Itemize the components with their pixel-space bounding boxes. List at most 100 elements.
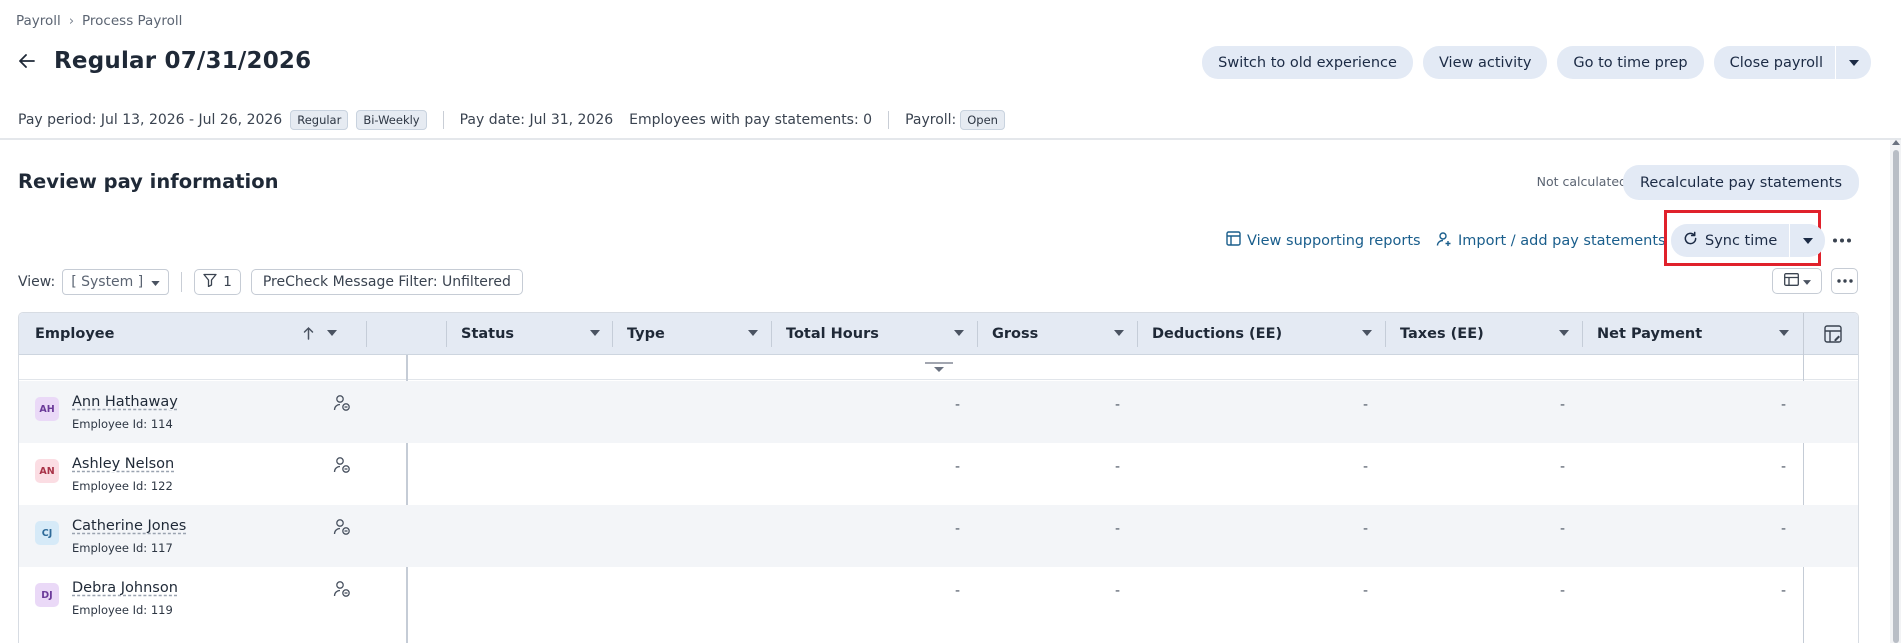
person-link-icon[interactable] (333, 518, 351, 536)
page-title: Regular 07/31/2026 (54, 48, 312, 74)
employee-id: Employee Id: 114 (72, 417, 173, 431)
view-select[interactable]: [ System ] (62, 269, 170, 295)
column-menu-icon[interactable] (1559, 330, 1569, 336)
cell-hours: - (955, 521, 961, 537)
cell-gross: - (1115, 583, 1121, 599)
table-row[interactable]: DJ Debra Johnson Employee Id: 119 - - - - - (19, 567, 1858, 629)
column-settings-icon[interactable] (1824, 325, 1842, 347)
breadcrumb-payroll-link[interactable]: Payroll (16, 13, 61, 29)
divider (181, 272, 183, 292)
table-header: Employee Status Type Total Hours Gross D… (19, 313, 1858, 355)
column-label: Net Payment (1597, 326, 1703, 342)
column-header-deductions[interactable]: Deductions (EE) (1138, 313, 1386, 355)
chevron-right-icon: › (68, 13, 75, 29)
table-row[interactable]: AH Ann Hathaway Employee Id: 114 - - - - - (19, 381, 1858, 443)
column-menu-icon[interactable] (327, 330, 337, 336)
payroll-status-badge: Open (960, 110, 1005, 130)
grid-more-options-icon[interactable] (1831, 268, 1858, 294)
column-menu-icon[interactable] (1114, 330, 1124, 336)
sync-time-split-button: Sync time (1671, 224, 1826, 257)
column-filter-row (19, 355, 1858, 380)
column-header-gross[interactable]: Gross (978, 313, 1138, 355)
breadcrumb: Payroll › Process Payroll (16, 13, 182, 29)
column-label: Gross (992, 326, 1039, 342)
back-arrow-icon[interactable] (18, 52, 36, 70)
column-header-taxes[interactable]: Taxes (EE) (1386, 313, 1583, 355)
divider (888, 111, 890, 129)
cell-gross: - (1115, 459, 1121, 475)
avatar: DJ (35, 583, 59, 607)
column-header-type[interactable]: Type (613, 313, 772, 355)
column-menu-icon[interactable] (590, 330, 600, 336)
employees-statements-text: Employees with pay statements: 0 (629, 112, 873, 128)
cell-hours: - (955, 459, 961, 475)
page-scrollbar-thumb[interactable] (1893, 150, 1899, 643)
view-supporting-reports-link[interactable]: View supporting reports (1226, 231, 1421, 250)
section-title: Review pay information (18, 170, 279, 193)
column-header-net-payment[interactable]: Net Payment (1583, 313, 1803, 355)
report-table-icon (1226, 231, 1241, 250)
cell-deductions: - (1363, 459, 1369, 475)
avatar: AH (35, 397, 59, 421)
sync-time-button[interactable]: Sync time (1671, 224, 1789, 257)
go-to-time-prep-button[interactable]: Go to time prep (1557, 46, 1704, 79)
filter-count: 1 (223, 274, 232, 290)
pay-date-text: Pay date: Jul 31, 2026 (459, 112, 614, 128)
recalculate-pay-statements-button[interactable]: Recalculate pay statements (1622, 165, 1859, 200)
cell-net: - (1781, 521, 1787, 537)
view-label: View: (18, 274, 56, 290)
view-supporting-reports-label: View supporting reports (1247, 232, 1421, 249)
import-add-pay-statements-label: Import / add pay statements (1458, 233, 1666, 249)
sort-ascending-icon[interactable] (303, 326, 314, 344)
calc-status-text: Not calculated (1536, 174, 1627, 189)
person-link-icon[interactable] (333, 394, 351, 412)
filter-button[interactable]: 1 (194, 269, 241, 295)
grid-layout-button[interactable] (1772, 268, 1822, 294)
chevron-down-icon (1802, 273, 1811, 289)
biweekly-tag: Bi-Weekly (356, 110, 427, 130)
close-payroll-split-button: Close payroll (1713, 46, 1871, 79)
switch-old-experience-button[interactable]: Switch to old experience (1202, 46, 1413, 79)
view-activity-button[interactable]: View activity (1422, 46, 1548, 79)
cell-deductions: - (1363, 397, 1369, 413)
column-menu-icon[interactable] (1779, 330, 1789, 336)
payroll-info-row: Pay period: Jul 13, 2026 - Jul 26, 2026 … (18, 110, 1005, 130)
refresh-icon (1683, 231, 1698, 250)
column-header-status[interactable]: Status (447, 313, 614, 355)
employee-name-link[interactable]: Ashley Nelson (72, 456, 174, 472)
precheck-filter-chip[interactable]: PreCheck Message Filter: Unfiltered (250, 269, 523, 295)
person-link-icon[interactable] (333, 580, 351, 598)
cell-hours: - (955, 583, 961, 599)
scroll-up-arrow-icon[interactable] (1892, 140, 1900, 145)
import-add-pay-statements-link[interactable]: Import / add pay statements (1436, 231, 1666, 251)
column-menu-icon[interactable] (954, 330, 964, 336)
more-options-icon[interactable] (1828, 228, 1856, 252)
employee-name-link[interactable]: Ann Hathaway (72, 394, 178, 410)
cell-net: - (1781, 583, 1787, 599)
cell-gross: - (1115, 521, 1121, 537)
column-menu-icon[interactable] (1362, 330, 1372, 336)
pay-period-text: Pay period: Jul 13, 2026 - Jul 26, 2026 (18, 112, 283, 128)
table-row[interactable]: CJ Catherine Jones Employee Id: 117 - - - - - (19, 505, 1858, 567)
column-menu-icon[interactable] (748, 330, 758, 336)
person-link-icon[interactable] (333, 456, 351, 474)
regular-tag: Regular (290, 110, 349, 130)
view-select-value: [ System ] (71, 274, 144, 290)
avatar: AN (35, 459, 59, 483)
column-header-total-hours[interactable]: Total Hours (772, 313, 978, 355)
table-layout-icon (1783, 272, 1799, 290)
cell-taxes: - (1560, 521, 1566, 537)
employee-name-link[interactable]: Debra Johnson (72, 580, 178, 596)
close-payroll-button[interactable]: Close payroll (1714, 46, 1835, 79)
employee-name-link[interactable]: Catherine Jones (72, 518, 186, 534)
column-label: Deductions (EE) (1152, 326, 1283, 342)
column-header-employee[interactable]: Employee (19, 313, 369, 355)
filter-funnel-icon (203, 273, 217, 291)
filter-lines-icon[interactable] (925, 361, 953, 377)
cell-deductions: - (1363, 583, 1369, 599)
column-label: Status (461, 326, 515, 342)
chevron-down-icon[interactable] (1835, 46, 1871, 79)
chevron-down-icon[interactable] (1789, 224, 1825, 257)
cell-taxes: - (1560, 459, 1566, 475)
table-row[interactable]: AN Ashley Nelson Employee Id: 122 - - - - - (19, 443, 1858, 505)
